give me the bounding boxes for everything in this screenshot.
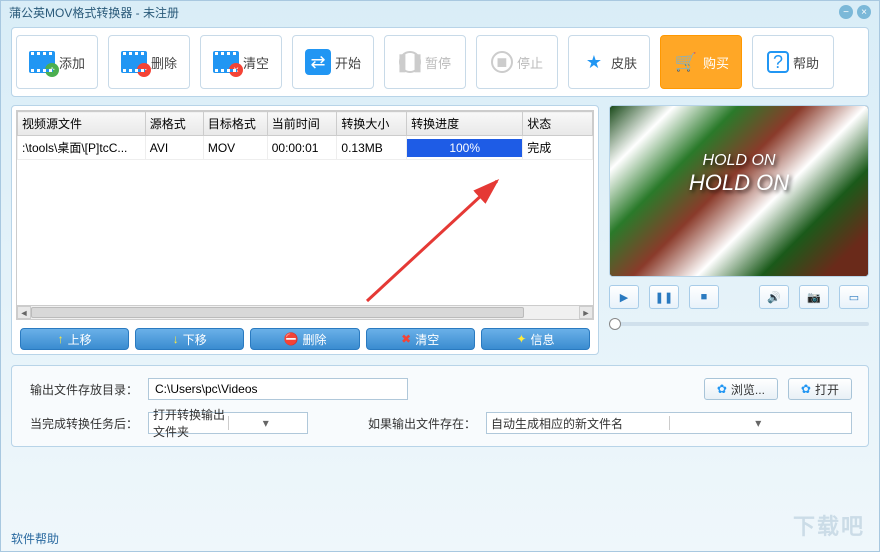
info-button[interactable]: ✦信息: [481, 328, 590, 350]
pause-label: 暂停: [425, 53, 451, 72]
col-source[interactable]: 视频源文件: [18, 112, 146, 136]
horizontal-scrollbar[interactable]: ◄ ►: [17, 305, 593, 319]
minimize-button[interactable]: −: [839, 5, 853, 19]
delete-label: 删除: [151, 53, 177, 72]
stop-button[interactable]: ■ 停止: [476, 35, 558, 89]
start-label: 开始: [335, 53, 361, 72]
col-size[interactable]: 转换大小: [337, 112, 407, 136]
scroll-left-icon[interactable]: ◄: [17, 306, 31, 319]
video-preview: HOLD ON HOLD ON: [609, 105, 869, 277]
play-button[interactable]: ▶: [609, 285, 639, 309]
watermark: 下载吧: [793, 509, 865, 541]
clear-button[interactable]: × 清空: [200, 35, 282, 89]
file-list-panel: 视频源文件 源格式 目标格式 当前时间 转换大小 转换进度 状态 :\tools…: [11, 105, 599, 355]
preview-overlay-text: HOLD ON HOLD ON: [689, 152, 789, 196]
pause-button[interactable]: ❚❚ 暂停: [384, 35, 466, 89]
file-table: 视频源文件 源格式 目标格式 当前时间 转换大小 转换进度 状态 :\tools…: [16, 110, 594, 320]
stop-icon: ■: [701, 291, 708, 303]
up-arrow-icon: ↑: [58, 332, 64, 346]
start-button[interactable]: ⇄ 开始: [292, 35, 374, 89]
stop-label: 停止: [517, 53, 543, 72]
open-folder-button[interactable]: ✿打开: [788, 378, 852, 400]
film-clear-icon: ×: [213, 49, 239, 75]
scroll-thumb[interactable]: [31, 307, 524, 318]
skin-label: 皮肤: [611, 53, 637, 72]
volume-button[interactable]: 🔊: [759, 285, 789, 309]
player-stop-button[interactable]: ■: [689, 285, 719, 309]
gear-icon: ✿: [801, 382, 811, 396]
move-down-button[interactable]: ↓下移: [135, 328, 244, 350]
clear-label: 清空: [243, 53, 269, 72]
help-icon: ?: [767, 51, 789, 73]
speaker-icon: 🔊: [767, 291, 781, 304]
star-icon: ★: [581, 49, 607, 75]
player-pause-button[interactable]: ❚❚: [649, 285, 679, 309]
player-controls: ▶ ❚❚ ■ 🔊 📷 ▭: [609, 285, 869, 309]
red-arrow-annotation: [357, 171, 517, 311]
cart-icon: 🛒: [673, 49, 699, 75]
main-toolbar: + 添加 − 删除 × 清空 ⇄ 开始 ❚❚ 暂停 ■ 停止 ★ 皮肤 🛒 购: [11, 27, 869, 97]
chevron-down-icon: ▾: [228, 416, 304, 430]
delete-button[interactable]: − 删除: [108, 35, 190, 89]
help-label: 帮助: [793, 53, 819, 72]
pause-icon: ❚❚: [655, 291, 673, 304]
browse-button[interactable]: ✿浏览...: [704, 378, 778, 400]
cell-time: 00:00:01: [267, 136, 337, 160]
slider-thumb[interactable]: [609, 318, 621, 330]
file-exists-select[interactable]: 自动生成相应的新文件名▾: [486, 412, 852, 434]
snapshot-button[interactable]: 📷: [799, 285, 829, 309]
move-up-button[interactable]: ↑上移: [20, 328, 129, 350]
cell-progress: 100%: [407, 136, 523, 160]
col-status[interactable]: 状态: [523, 112, 593, 136]
fullscreen-button[interactable]: ▭: [839, 285, 869, 309]
table-header-row: 视频源文件 源格式 目标格式 当前时间 转换大小 转换进度 状态: [18, 112, 593, 136]
film-delete-icon: −: [121, 49, 147, 75]
help-button[interactable]: ? 帮助: [752, 35, 834, 89]
camera-icon: 📷: [807, 291, 821, 304]
after-convert-select[interactable]: 打开转换输出文件夹▾: [148, 412, 308, 434]
film-add-icon: +: [29, 49, 55, 75]
cell-dst-format: MOV: [203, 136, 267, 160]
output-settings-panel: 输出文件存放目录： ✿浏览... ✿打开 当完成转换任务后： 打开转换输出文件夹…: [11, 365, 869, 447]
table-row[interactable]: :\tools\桌面\[P]tcC... AVI MOV 00:00:01 0.…: [18, 136, 593, 160]
chevron-down-icon: ▾: [669, 416, 848, 430]
scroll-right-icon[interactable]: ►: [579, 306, 593, 319]
after-convert-label: 当完成转换任务后：: [28, 415, 138, 432]
list-clear-button[interactable]: ✖清空: [366, 328, 475, 350]
buy-button[interactable]: 🛒 购买: [660, 35, 742, 89]
buy-label: 购买: [703, 53, 729, 72]
cell-status: 完成: [523, 136, 593, 160]
titlebar: 蒲公英MOV格式转换器 - 未注册 − ×: [1, 1, 879, 23]
pause-icon: ❚❚: [399, 51, 421, 73]
file-exists-label: 如果输出文件存在：: [368, 415, 476, 432]
col-progress[interactable]: 转换进度: [407, 112, 523, 136]
convert-icon: ⇄: [305, 49, 331, 75]
info-icon: ✦: [516, 332, 526, 346]
software-help-link[interactable]: 软件帮助: [11, 530, 59, 547]
play-icon: ▶: [620, 291, 628, 304]
col-src-format[interactable]: 源格式: [145, 112, 203, 136]
list-delete-button[interactable]: ⛔删除: [250, 328, 359, 350]
down-arrow-icon: ↓: [173, 332, 179, 346]
cell-src-format: AVI: [145, 136, 203, 160]
seek-slider[interactable]: [609, 317, 869, 331]
col-time[interactable]: 当前时间: [267, 112, 337, 136]
fullscreen-icon: ▭: [849, 291, 859, 304]
x-circle-icon: ✖: [401, 332, 411, 346]
stop-icon: ■: [491, 51, 513, 73]
aperture-icon: ✿: [717, 382, 727, 396]
minus-circle-icon: ⛔: [284, 332, 299, 346]
col-dst-format[interactable]: 目标格式: [203, 112, 267, 136]
window-title: 蒲公英MOV格式转换器 - 未注册: [9, 4, 179, 21]
output-dir-input[interactable]: [148, 378, 408, 400]
add-label: 添加: [59, 53, 85, 72]
cell-size: 0.13MB: [337, 136, 407, 160]
output-dir-label: 输出文件存放目录：: [28, 381, 138, 398]
add-button[interactable]: + 添加: [16, 35, 98, 89]
list-actions: ↑上移 ↓下移 ⛔删除 ✖清空 ✦信息: [16, 328, 594, 350]
close-button[interactable]: ×: [857, 5, 871, 19]
skin-button[interactable]: ★ 皮肤: [568, 35, 650, 89]
cell-source: :\tools\桌面\[P]tcC...: [18, 136, 146, 160]
